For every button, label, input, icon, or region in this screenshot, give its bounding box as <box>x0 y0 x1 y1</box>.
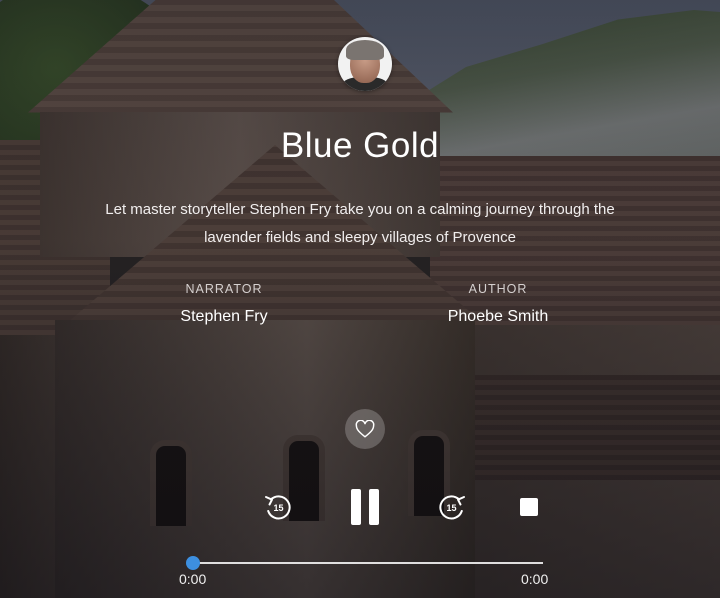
stop-icon <box>520 498 538 516</box>
author-name: Phoebe Smith <box>447 308 549 325</box>
forward-15-button[interactable]: 15 <box>436 491 468 523</box>
audiobook-description: Let master storyteller Stephen Fry take … <box>105 201 615 246</box>
avatar-hair <box>346 40 384 60</box>
rewind-15-icon: 15 <box>265 495 291 520</box>
total-time: 0:00 <box>521 571 549 587</box>
pause-icon <box>369 489 379 525</box>
rewind-15-button[interactable]: 15 <box>262 491 294 523</box>
narrator-label: NARRATOR <box>185 282 263 296</box>
pause-button[interactable] <box>347 487 383 527</box>
rewind-seconds: 15 <box>273 503 283 513</box>
progress-track[interactable] <box>188 562 543 564</box>
narrator-avatar <box>338 37 392 91</box>
heart-icon <box>355 420 375 438</box>
stop-button[interactable] <box>517 495 541 519</box>
forward-15-icon: 15 <box>439 495 465 520</box>
audiobook-title: Blue Gold <box>280 126 440 165</box>
elapsed-time: 0:00 <box>179 571 207 587</box>
forward-seconds: 15 <box>446 503 456 513</box>
narrator-name: Stephen Fry <box>180 308 268 325</box>
progress-knob[interactable] <box>186 556 200 570</box>
author-label: AUTHOR <box>468 282 528 296</box>
favorite-button[interactable] <box>345 409 385 449</box>
pause-icon <box>351 489 361 525</box>
